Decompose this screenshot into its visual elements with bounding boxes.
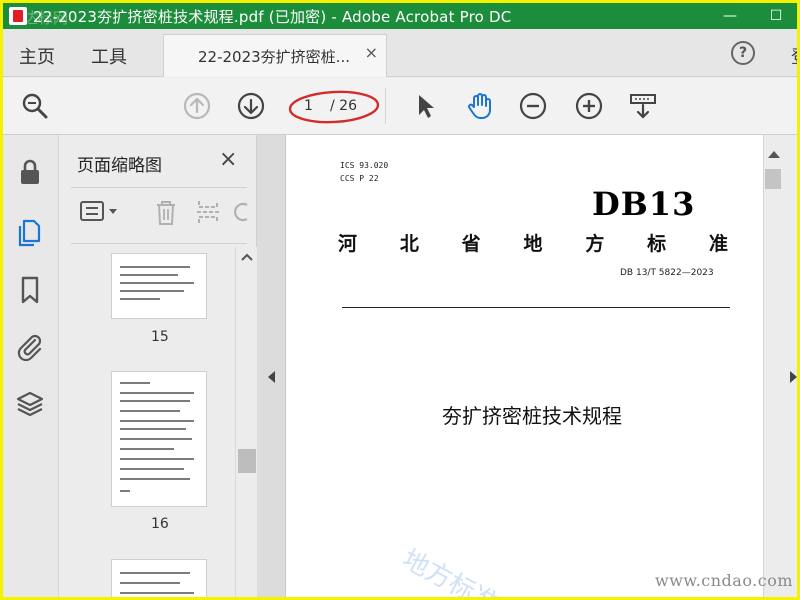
header-rule: [342, 307, 730, 308]
help-icon[interactable]: ?: [731, 41, 755, 65]
expand-right-icon[interactable]: [790, 371, 797, 383]
sign-in-label[interactable]: 登: [791, 43, 797, 69]
bookmark-icon[interactable]: [15, 275, 45, 305]
page-thumbnail-17[interactable]: [111, 559, 207, 597]
page-up-icon[interactable]: [183, 92, 211, 120]
hand-icon[interactable]: [465, 92, 493, 120]
lock-icon[interactable]: [15, 157, 45, 187]
scroll-up-icon[interactable]: [768, 151, 780, 158]
page-thumbnails-icon[interactable]: [15, 217, 45, 247]
page-thumbnail-15[interactable]: [111, 253, 207, 319]
document-scrollbar[interactable]: [763, 135, 797, 597]
delete-page-icon[interactable]: [151, 197, 181, 227]
keyboard-marquee-icon[interactable]: [629, 92, 657, 120]
zoom-in-icon[interactable]: [575, 92, 603, 120]
page-number-field[interactable]: 1 / 26: [288, 90, 382, 124]
tab-tools[interactable]: 工具: [91, 43, 127, 69]
red-ellipse-annotation: [288, 90, 380, 124]
extract-page-icon[interactable]: [193, 197, 223, 227]
zoom-out-icon[interactable]: [519, 92, 547, 120]
page-watermark: 地方标准: [397, 544, 504, 597]
pdf-page: ICS 93.020 CCS P 22 DB13 河 北 省 地 方 标 准 D…: [285, 135, 763, 597]
collapse-left-icon[interactable]: [268, 371, 275, 383]
scrollbar-thumb[interactable]: [238, 449, 256, 473]
tab-home[interactable]: 主页: [19, 43, 55, 69]
select-arrow-icon[interactable]: [411, 92, 439, 120]
page-down-icon[interactable]: [237, 92, 265, 120]
window-title: 22-2023夯扩挤密桩技术规程.pdf (已加密) - Adobe Acrob…: [33, 8, 512, 26]
panel-splitter[interactable]: [257, 135, 285, 597]
scroll-up-icon[interactable]: [241, 253, 253, 261]
db13-logo: DB13: [592, 185, 696, 223]
page-thumbnail-16[interactable]: [111, 371, 207, 507]
standard-number: DB 13/T 5822—2023: [620, 268, 714, 278]
ics-code: ICS 93.020 CCS P 22: [340, 161, 389, 183]
scrollbar-thumb[interactable]: [765, 169, 781, 189]
close-tab-button[interactable]: ×: [365, 43, 378, 62]
layers-icon[interactable]: [15, 389, 45, 419]
thumbnail-options-icon[interactable]: [79, 197, 121, 227]
document-title: 夯扩挤密桩技术规程: [442, 404, 622, 428]
thumbnail-label: 16: [151, 516, 169, 532]
province-standard-heading: 河 北 省 地 方 标 准: [338, 233, 728, 255]
panel-divider: [71, 187, 247, 188]
toolbar-divider: [385, 88, 386, 124]
site-watermark: www.cndao.com: [655, 571, 794, 590]
minimize-button[interactable]: —: [715, 5, 745, 27]
maximize-button[interactable]: ☐: [761, 5, 791, 27]
tab-row: 主页 工具 22-2023夯扩挤密桩... × ? 登: [3, 29, 797, 77]
app-window: 达标网 22-2023夯扩挤密桩技术规程.pdf (已加密) - Adobe A…: [3, 3, 797, 597]
zoom-search-icon[interactable]: [21, 92, 49, 120]
thumbnail-label: 15: [151, 329, 169, 345]
title-bar: 达标网 22-2023夯扩挤密桩技术规程.pdf (已加密) - Adobe A…: [3, 3, 797, 29]
panel-title: 页面缩略图: [77, 156, 162, 176]
toolbar: 1 / 26: [3, 78, 797, 135]
document-tab-label: 22-2023夯扩挤密桩...: [198, 48, 350, 66]
attachment-icon[interactable]: [15, 331, 45, 361]
panel-divider: [71, 243, 247, 244]
navigation-rail: [3, 135, 59, 597]
thumbnails-scrollbar[interactable]: [235, 247, 257, 597]
rotate-page-icon[interactable]: [231, 197, 251, 227]
document-view: ICS 93.020 CCS P 22 DB13 河 北 省 地 方 标 准 D…: [285, 135, 797, 597]
document-tab[interactable]: 22-2023夯扩挤密桩... ×: [163, 34, 387, 77]
close-panel-button[interactable]: ×: [219, 147, 237, 172]
page-thumbnails-panel: 页面缩略图 × 15 16: [59, 135, 257, 597]
